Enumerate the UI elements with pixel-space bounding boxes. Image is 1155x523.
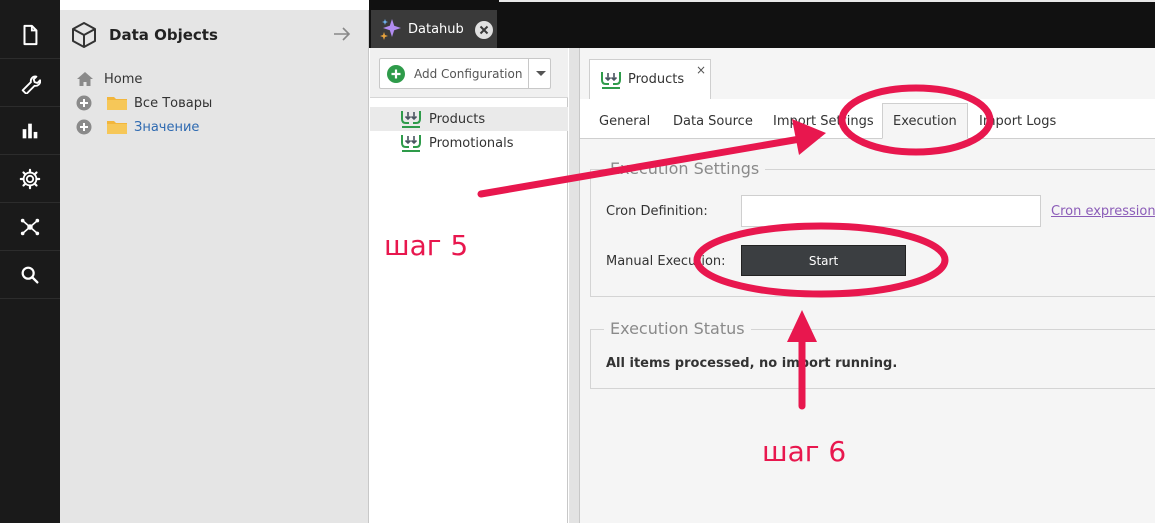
tab-bar: Datahub bbox=[369, 0, 1155, 48]
home-icon bbox=[77, 72, 93, 86]
bar-chart-icon bbox=[22, 123, 38, 138]
tools-nav-button[interactable] bbox=[0, 59, 60, 107]
panel-splitter[interactable] bbox=[569, 48, 580, 523]
data-objects-panel: Data Objects Home Все Товары Значение bbox=[60, 10, 369, 523]
execution-status-text: All items processed, no import running. bbox=[606, 356, 898, 371]
expand-plus-icon[interactable] bbox=[76, 119, 92, 135]
tab-import-settings[interactable]: Import Settings bbox=[773, 103, 874, 139]
step6-annotation: шаг 6 bbox=[762, 435, 847, 468]
folder-icon bbox=[107, 121, 127, 134]
tab-general[interactable]: General bbox=[599, 103, 650, 139]
document-icon bbox=[23, 24, 38, 45]
tree-item-all-products[interactable]: Все Товары bbox=[76, 92, 212, 114]
tab-bar-divider bbox=[499, 0, 1155, 2]
tree-item-label: Значение bbox=[134, 119, 200, 135]
data-objects-header: Data Objects bbox=[60, 10, 369, 60]
tree-item-label: Home bbox=[104, 71, 143, 87]
search-nav-button[interactable] bbox=[0, 251, 60, 299]
expand-plus-icon[interactable] bbox=[76, 95, 92, 111]
collapse-arrow-icon[interactable] bbox=[332, 24, 352, 44]
close-icon[interactable] bbox=[474, 20, 494, 40]
tab-products[interactable]: Products × bbox=[589, 59, 711, 99]
execution-settings-legend: Execution Settings bbox=[604, 159, 766, 178]
panel-title: Data Objects bbox=[109, 26, 218, 44]
add-configuration-button[interactable]: Add Configuration bbox=[379, 58, 551, 89]
step5-annotation: шаг 5 bbox=[384, 229, 469, 262]
chevron-down-icon[interactable] bbox=[535, 70, 547, 78]
add-configuration-label: Add Configuration bbox=[414, 66, 523, 81]
tree-item-home[interactable]: Home bbox=[76, 68, 142, 90]
tab-label: Datahub bbox=[408, 21, 464, 37]
start-button[interactable]: Start bbox=[741, 245, 906, 276]
datahub-nav-button[interactable] bbox=[0, 203, 60, 251]
plus-circle-icon bbox=[387, 64, 405, 83]
execution-status-legend: Execution Status bbox=[604, 319, 751, 338]
tab-label: Products bbox=[628, 72, 685, 87]
configuration-list-panel: Add Configuration Products Promotionals bbox=[370, 48, 568, 523]
manual-execution-label: Manual Execution: bbox=[606, 254, 726, 269]
documents-nav-button[interactable] bbox=[0, 11, 60, 59]
close-icon[interactable]: × bbox=[696, 63, 706, 77]
cron-definition-input[interactable] bbox=[741, 195, 1041, 227]
config-item-products[interactable]: Products bbox=[370, 107, 568, 131]
tree-item-label: Все Товары bbox=[134, 95, 213, 111]
import-config-icon bbox=[601, 71, 621, 89]
config-item-label: Promotionals bbox=[429, 135, 514, 151]
folder-icon bbox=[107, 97, 127, 110]
gear-icon bbox=[19, 168, 41, 189]
network-icon bbox=[20, 218, 40, 235]
config-item-label: Products bbox=[429, 111, 486, 127]
settings-nav-button[interactable] bbox=[0, 155, 60, 203]
sparkle-icon bbox=[380, 19, 401, 40]
configuration-editor: Products × General Data Source Import Se… bbox=[580, 48, 1155, 523]
execution-settings-fieldset bbox=[590, 169, 1155, 297]
search-icon bbox=[21, 266, 39, 284]
wrench-icon bbox=[21, 75, 41, 94]
cron-definition-label: Cron Definition: bbox=[606, 204, 708, 219]
import-config-icon bbox=[401, 111, 421, 128]
import-config-icon bbox=[401, 135, 421, 152]
tree-item-value[interactable]: Значение bbox=[76, 116, 199, 138]
configuration-toolbar: Add Configuration bbox=[370, 48, 568, 98]
tab-execution[interactable]: Execution bbox=[882, 103, 968, 139]
cron-expression-link[interactable]: Cron expression g bbox=[1051, 204, 1155, 219]
config-item-promotionals[interactable]: Promotionals bbox=[370, 131, 568, 155]
main-nav-rail bbox=[0, 0, 60, 523]
tab-import-logs[interactable]: Import Logs bbox=[979, 103, 1056, 139]
split-divider bbox=[528, 59, 529, 88]
reports-nav-button[interactable] bbox=[0, 107, 60, 155]
tab-data-source[interactable]: Data Source bbox=[673, 103, 753, 139]
cube-icon bbox=[72, 22, 96, 48]
tab-datahub[interactable]: Datahub bbox=[371, 10, 497, 48]
